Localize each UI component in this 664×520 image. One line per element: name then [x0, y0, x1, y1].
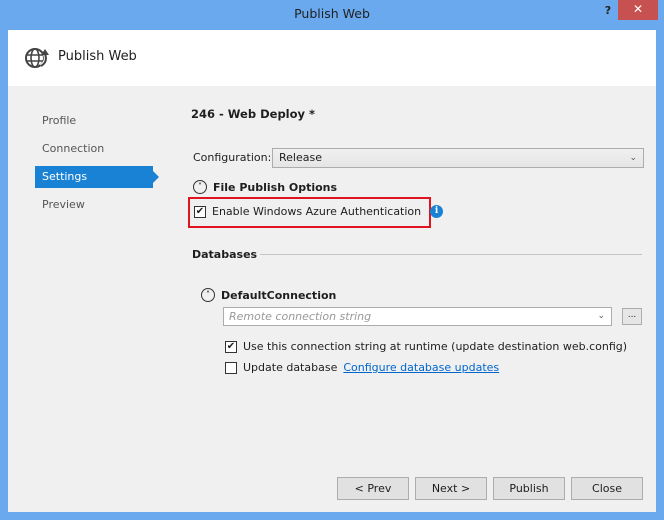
update-db-checkbox[interactable] — [225, 361, 237, 374]
azure-auth-label: Enable Windows Azure Authentication — [212, 205, 422, 218]
chevron-down-icon: ⌄ — [629, 153, 637, 163]
file-publish-options-label: File Publish Options — [213, 180, 338, 194]
azure-auth-row: ✔ Enable Windows Azure Authentication i — [194, 205, 444, 218]
configuration-label: Configuration: — [193, 151, 272, 164]
close-button[interactable]: Close — [571, 477, 643, 500]
azure-auth-checkbox[interactable]: ✔ — [194, 205, 206, 218]
default-connection-header[interactable]: ˄ DefaultConnection — [201, 288, 336, 302]
configuration-select[interactable]: Release ⌄ — [272, 148, 644, 168]
globe-publish-icon — [25, 48, 49, 68]
connection-string-placeholder: Remote connection string — [229, 310, 372, 323]
nav-item-profile[interactable]: Profile — [35, 110, 153, 132]
info-icon[interactable]: i — [430, 205, 444, 218]
collapse-chevron-icon[interactable]: ˄ — [201, 288, 215, 302]
use-runtime-row: ✔ Use this connection string at runtime … — [225, 340, 627, 353]
configuration-value: Release — [279, 151, 322, 164]
use-runtime-label: Use this connection string at runtime (u… — [243, 340, 628, 353]
window-title: Publish Web — [294, 6, 370, 21]
prev-button[interactable]: < Prev — [337, 477, 409, 500]
next-button[interactable]: Next > — [415, 477, 487, 500]
header-title: Publish Web — [58, 49, 137, 64]
expand-chevron-icon[interactable]: ˅ — [193, 180, 207, 194]
dialog-client: Publish Web Profile Connection Settings … — [8, 30, 656, 512]
use-runtime-checkbox[interactable]: ✔ — [225, 340, 237, 353]
title-bar: Publish Web ? ✕ — [0, 0, 664, 30]
default-connection-label: DefaultConnection — [221, 288, 337, 302]
publish-button[interactable]: Publish — [493, 477, 565, 500]
databases-heading: Databases — [192, 248, 258, 261]
publish-web-dialog: Publish Web ? ✕ Publish Web Profile Conn… — [0, 0, 664, 520]
update-db-label: Update database — [243, 361, 338, 374]
browse-button[interactable]: ... — [622, 308, 642, 325]
divider — [260, 254, 642, 255]
dialog-header: Publish Web — [8, 30, 656, 86]
nav-item-preview[interactable]: Preview — [35, 194, 153, 216]
connection-string-input[interactable]: Remote connection string ⌄ — [223, 307, 612, 326]
profile-title: 246 - Web Deploy * — [191, 107, 316, 121]
update-db-row: Update database Configure database updat… — [225, 361, 499, 374]
configure-db-updates-link[interactable]: Configure database updates — [343, 361, 499, 374]
chevron-down-icon[interactable]: ⌄ — [597, 308, 605, 325]
nav-item-connection[interactable]: Connection — [35, 138, 153, 160]
nav-item-settings[interactable]: Settings — [35, 166, 159, 188]
close-window-button[interactable]: ✕ — [618, 0, 658, 20]
help-button[interactable]: ? — [598, 2, 618, 22]
file-publish-options-header[interactable]: ˅ File Publish Options — [193, 180, 337, 194]
